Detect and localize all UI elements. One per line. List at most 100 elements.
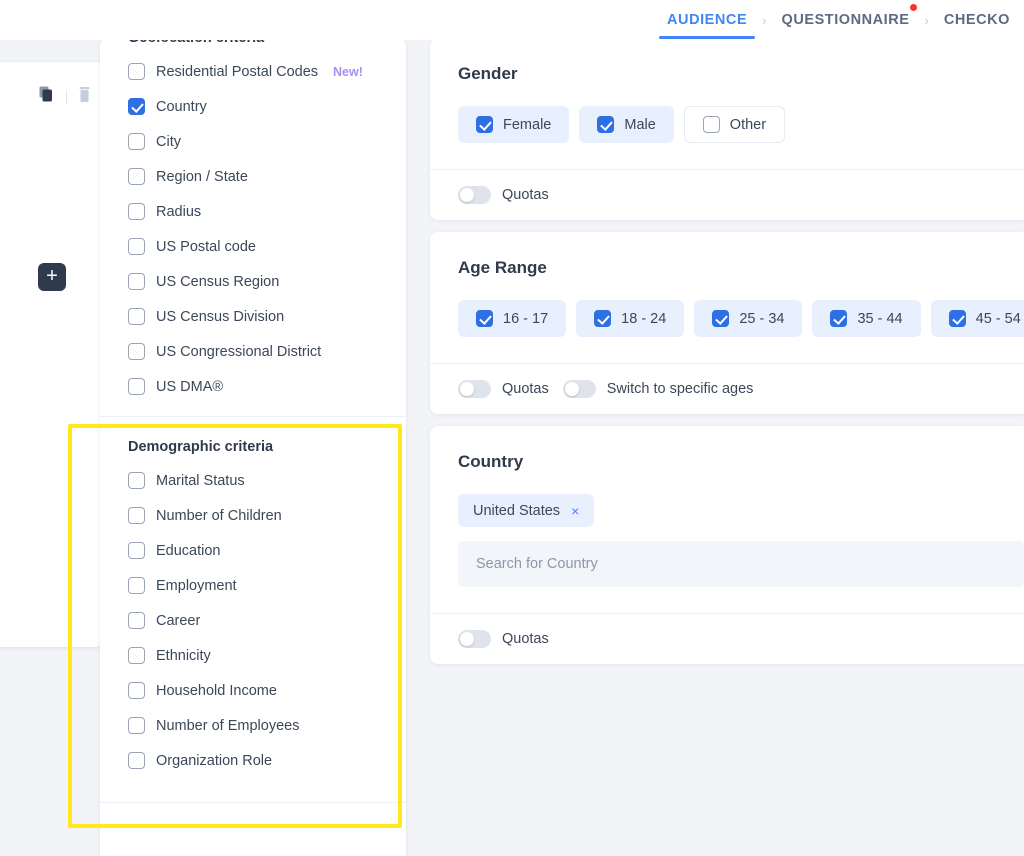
checkbox-checked-icon[interactable] [476,310,493,327]
criteria-label: Number of Children [156,507,282,524]
geo-criteria-us-census-division[interactable]: US Census Division [128,299,406,334]
criteria-label: Education [156,542,221,559]
duplicate-icon[interactable] [39,86,55,108]
geo-criteria-us-congressional-district[interactable]: US Congressional District [128,334,406,369]
chip-label: 25 - 34 [739,310,785,327]
gender-card: Gender Female Male Other Quotas [430,38,1024,220]
checkbox-checked-icon[interactable] [128,98,145,115]
criteria-label: Radius [156,203,202,220]
age-option-16-17[interactable]: 16 - 17 [458,300,567,337]
demo-criteria-career[interactable]: Career [128,603,406,638]
demo-criteria-organization-role[interactable]: Organization Role [128,743,406,778]
gender-quotas-toggle[interactable]: Quotas [458,186,549,204]
quota-card-partial: % 4, 45 - 54, 55+ + [0,62,103,647]
new-badge: New! [333,64,363,79]
criteria-label: Number of Employees [156,717,300,734]
geo-criteria-city[interactable]: City [128,124,406,159]
demo-criteria-household-income[interactable]: Household Income [128,673,406,708]
checkbox-icon[interactable] [128,752,145,769]
toggle-switch[interactable] [458,380,491,398]
age-quotas-toggle[interactable]: Quotas [458,380,549,398]
checkbox-checked-icon[interactable] [948,310,966,327]
checkbox-icon[interactable] [128,308,145,325]
demo-criteria-education[interactable]: Education [128,533,406,568]
age-option-18-24[interactable]: 18 - 24 [576,300,685,337]
toggle-switch[interactable] [458,186,491,204]
checkbox-icon[interactable] [128,612,145,629]
criteria-label: Employment [156,577,237,594]
checkbox-icon[interactable] [128,203,145,220]
quota-card-actions [39,86,91,108]
checkbox-icon[interactable] [128,507,145,524]
geo-criteria-us-dma[interactable]: US DMA® [128,369,406,404]
checkbox-checked-icon[interactable] [476,116,493,133]
checkbox-icon[interactable] [128,717,145,734]
criteria-label: Country [156,98,207,115]
breadcrumb-questionnaire[interactable]: QUESTIONNAIRE [768,0,924,40]
checkbox-checked-icon[interactable] [830,310,848,327]
demographic-criteria-list: Marital Status Number of Children Educatio… [100,463,406,778]
toggle-switch[interactable] [458,630,491,648]
age-option-25-34[interactable]: 25 - 34 [694,300,803,337]
geo-criteria-country[interactable]: Country [128,89,406,124]
age-range-card: Age Range 16 - 17 18 - 24 25 - 34 35 - 44 45… [430,232,1024,414]
criteria-panel: Geolocation criteria Residential Postal … [100,38,406,856]
trash-icon[interactable] [78,86,91,108]
breadcrumb-checko[interactable]: CHECKO [930,0,1024,40]
criteria-label: Organization Role [156,752,273,769]
chip-label: 35 - 44 [857,310,903,327]
checkbox-icon[interactable] [128,647,145,664]
demo-criteria-employment[interactable]: Employment [128,568,406,603]
checkbox-icon[interactable] [128,133,145,150]
criteria-label: Ethnicity [156,647,211,664]
checkbox-icon[interactable] [702,116,720,133]
geo-criteria-residential-postal-codes[interactable]: Residential Postal Codes New! [128,54,406,89]
demo-criteria-number-of-children[interactable]: Number of Children [128,498,406,533]
country-quotas-toggle[interactable]: Quotas [458,630,549,648]
demo-criteria-marital-status[interactable]: Marital Status [128,463,406,498]
add-quota-button[interactable]: + [38,263,66,291]
remove-country-icon[interactable]: × [571,503,579,519]
criteria-label: Household Income [156,682,277,699]
country-footer: Quotas [430,613,1024,664]
checkbox-icon[interactable] [128,542,145,559]
demo-criteria-number-of-employees[interactable]: Number of Employees [128,708,406,743]
age-range-footer: Quotas Switch to specific ages [430,363,1024,414]
checkbox-icon[interactable] [128,682,145,699]
specific-ages-label: Switch to specific ages [606,381,754,397]
breadcrumb-audience[interactable]: AUDIENCE [653,0,761,40]
checkbox-icon[interactable] [128,577,145,594]
age-option-45-54[interactable]: 45 - 54 [930,300,1024,337]
checkbox-icon[interactable] [128,472,145,489]
chip-label: Female [503,116,552,133]
checkbox-checked-icon[interactable] [712,310,730,327]
toggle-switch[interactable] [562,380,596,398]
country-tag: United States × [458,494,595,527]
demo-criteria-ethnicity[interactable]: Ethnicity [128,638,406,673]
geo-criteria-radius[interactable]: Radius [128,194,406,229]
geo-criteria-us-census-region[interactable]: US Census Region [128,264,406,299]
checkbox-icon[interactable] [128,238,145,255]
checkbox-checked-icon[interactable] [597,116,615,133]
country-quotas-label: Quotas [502,631,549,647]
checkbox-icon[interactable] [128,378,145,395]
checkbox-icon[interactable] [128,343,145,360]
gender-title: Gender [458,64,518,83]
chip-label: 45 - 54 [975,310,1021,327]
breadcrumb-label: QUESTIONNAIRE [781,12,910,28]
checkbox-icon[interactable] [128,63,145,80]
criteria-label: City [156,133,181,150]
gender-option-female[interactable]: Female [458,106,570,143]
gender-option-other[interactable]: Other [683,106,786,143]
country-search-input[interactable]: Search for Country [458,541,1024,587]
checkbox-icon[interactable] [128,168,145,185]
geo-criteria-region-state[interactable]: Region / State [128,159,406,194]
age-option-35-44[interactable]: 35 - 44 [812,300,921,337]
geo-criteria-us-postal-code[interactable]: US Postal code [128,229,406,264]
country-card: Country United States × Search for Countr… [430,426,1024,664]
gender-option-male[interactable]: Male [579,106,674,143]
age-quotas-label: Quotas [502,381,549,397]
checkbox-checked-icon[interactable] [594,310,612,327]
checkbox-icon[interactable] [128,273,145,290]
specific-ages-toggle[interactable]: Switch to specific ages [562,380,754,398]
